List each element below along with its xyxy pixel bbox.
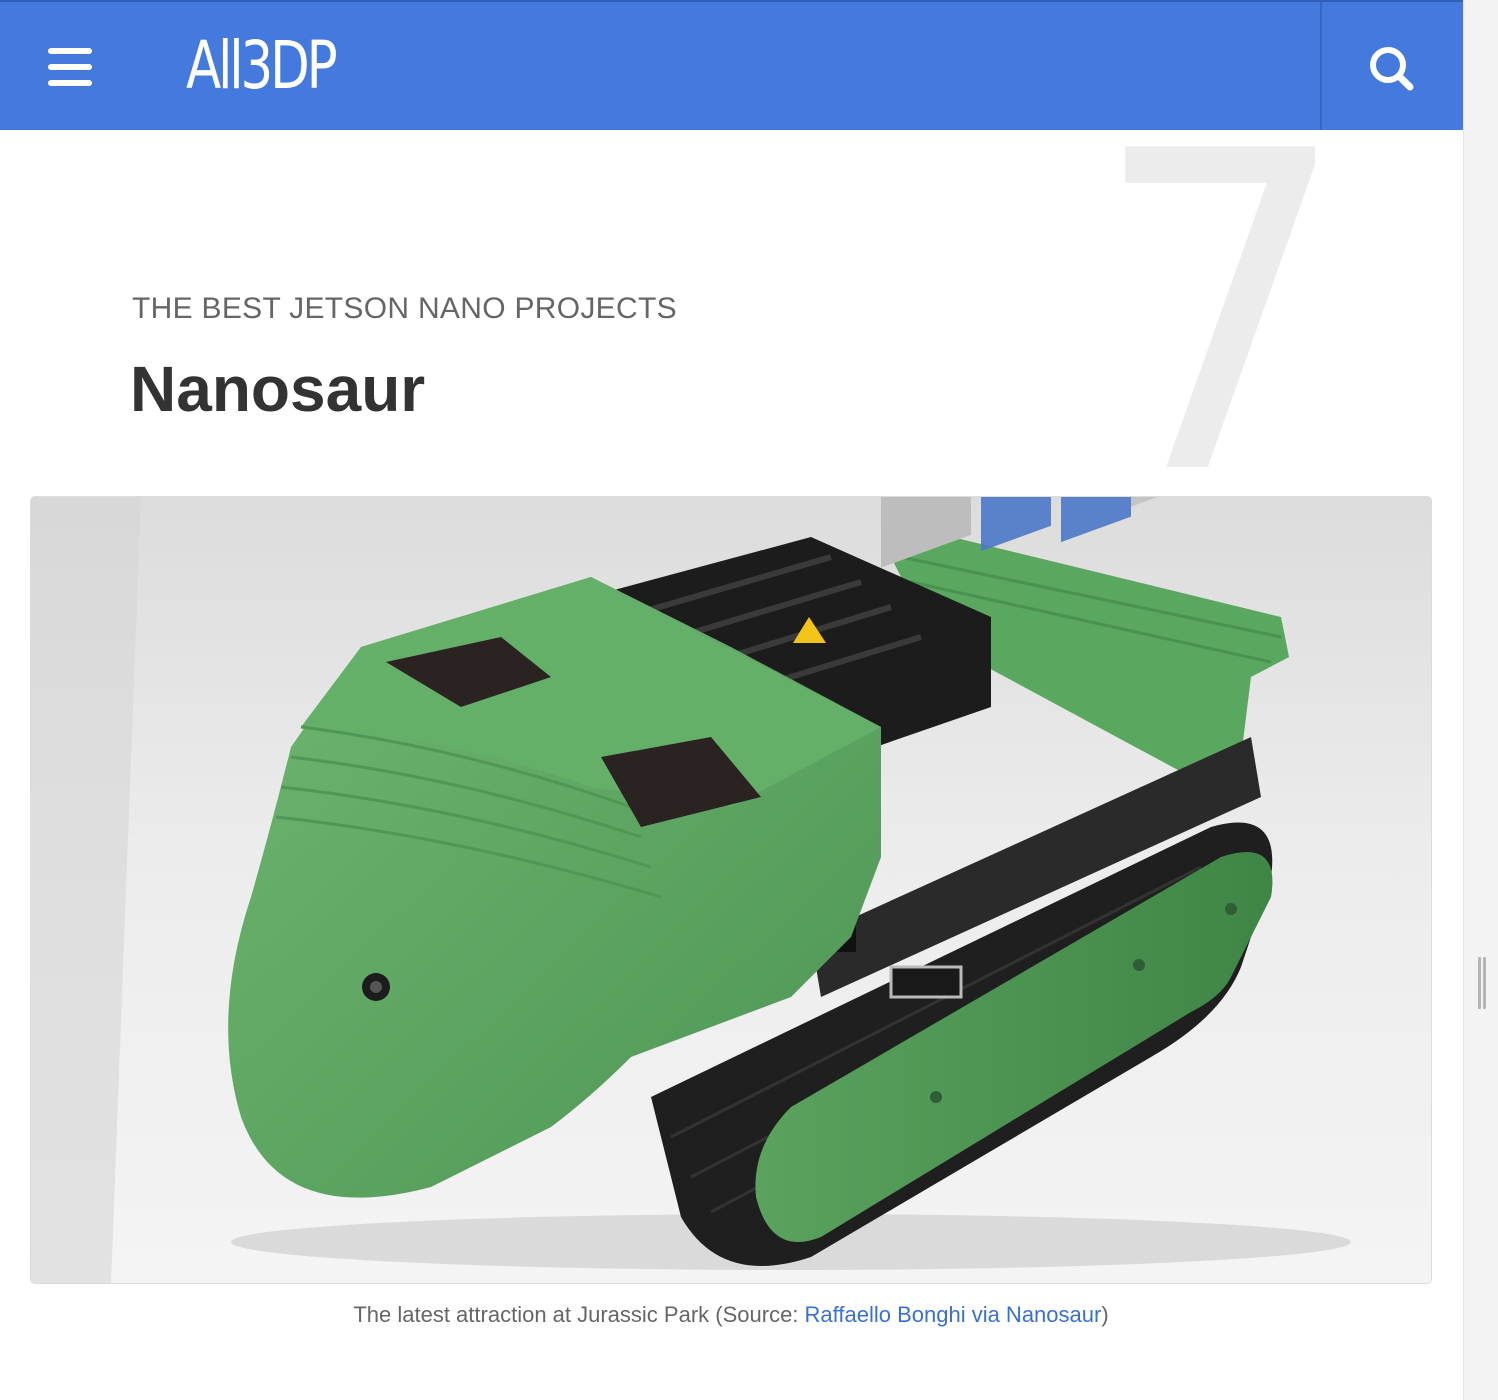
hamburger-menu-button[interactable] — [36, 32, 104, 102]
hamburger-menu-icon-line — [48, 80, 92, 86]
page: All3DP 7 THE BEST JETSON NANO PROJECTS N… — [0, 0, 1498, 1400]
caption-text: The latest attraction at Jurassic Park (… — [353, 1302, 805, 1327]
article-kicker: THE BEST JETSON NANO PROJECTS — [132, 292, 677, 325]
hamburger-menu-icon-line — [48, 64, 92, 70]
vertical-scrollbar[interactable] — [1463, 0, 1498, 1400]
scrollbar-grip-icon[interactable] — [1478, 957, 1486, 1009]
article-title: Nanosaur — [130, 353, 426, 425]
hamburger-menu-icon — [48, 48, 92, 54]
caption-source-link[interactable]: Raffaello Bonghi via Nanosaur — [805, 1302, 1102, 1327]
article-image — [30, 496, 1432, 1284]
list-number: 7 — [1092, 59, 1350, 571]
image-caption: The latest attraction at Jurassic Park (… — [0, 1302, 1462, 1328]
robot-photo — [31, 497, 1431, 1283]
caption-suffix: ) — [1101, 1302, 1109, 1327]
site-logo[interactable]: All3DP — [186, 24, 338, 108]
